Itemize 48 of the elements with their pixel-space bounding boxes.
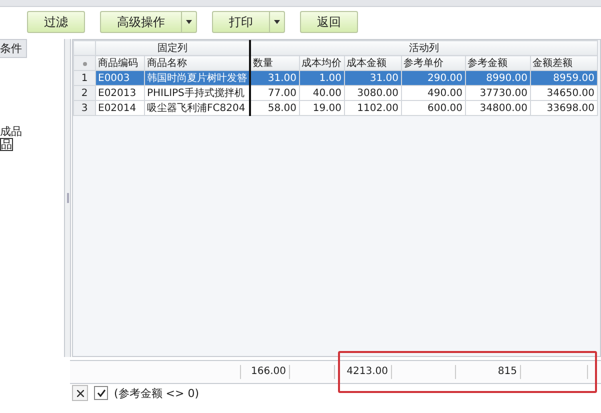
- table-cell: E0003: [96, 70, 144, 86]
- row-number: 1: [74, 70, 96, 86]
- column-header[interactable]: 商品编码: [96, 56, 144, 70]
- table-cell: 8959.00: [530, 70, 597, 86]
- column-header[interactable]: 数量: [250, 56, 299, 70]
- column-header[interactable]: 金额差额: [530, 56, 597, 70]
- table-cell: 8990.00: [465, 70, 530, 86]
- footer-total: 815: [498, 366, 517, 377]
- table-cell: E02014: [96, 100, 144, 116]
- column-header[interactable]: 商品名称: [144, 56, 250, 70]
- column-header[interactable]: 参考金额: [465, 56, 530, 70]
- toolbar-button[interactable]: 打印: [212, 11, 285, 33]
- table-cell: 吸尘器飞利浦FC8204: [144, 100, 250, 116]
- panel-tab[interactable]: 条件: [0, 39, 27, 58]
- table-cell: 韩国时尚夏片树叶发簪: [144, 70, 250, 86]
- table-cell: 1.00: [299, 70, 344, 86]
- table-cell: 19.00: [299, 100, 344, 116]
- table-cell: 58.00: [250, 100, 299, 116]
- tree-item[interactable]: 成品: [0, 125, 22, 138]
- filter-expression: (参考金额 <> 0): [114, 386, 200, 400]
- table-cell: 37730.00: [465, 86, 530, 100]
- table-cell: 34650.00: [530, 86, 597, 100]
- column-header[interactable]: 成本均价: [299, 56, 344, 70]
- column-group-header: 活动列: [250, 40, 597, 56]
- table-cell: 31.00: [250, 70, 299, 86]
- table-cell: E02013: [96, 86, 144, 100]
- column-header[interactable]: 成本金额: [344, 56, 401, 70]
- table-cell: 290.00: [401, 70, 465, 86]
- footer-total: 166.00: [251, 366, 286, 377]
- column-header[interactable]: 参考单价: [401, 56, 465, 70]
- toolbar-button[interactable]: 返回: [300, 11, 358, 33]
- tree-item[interactable]: 品: [0, 138, 13, 151]
- toolbar-button[interactable]: 高级操作: [100, 11, 197, 33]
- table-cell: 34800.00: [465, 100, 530, 116]
- table-cell: PHILIPS手持式搅拌机: [144, 86, 250, 100]
- footer-total: 4213.00: [346, 366, 388, 377]
- table-cell: 600.00: [401, 100, 465, 116]
- table-cell: 77.00: [250, 86, 299, 100]
- table-cell: 31.00: [344, 70, 401, 86]
- table-cell: 3080.00: [344, 86, 401, 100]
- row-number: 2: [74, 86, 96, 100]
- table-cell: 1102.00: [344, 100, 401, 116]
- table-cell: 33698.00: [530, 100, 597, 116]
- table-cell: 40.00: [299, 86, 344, 100]
- toolbar-button[interactable]: 过滤: [27, 11, 85, 33]
- column-group-header: 固定列: [96, 40, 250, 56]
- table-cell: 490.00: [401, 86, 465, 100]
- row-number: 3: [74, 100, 96, 116]
